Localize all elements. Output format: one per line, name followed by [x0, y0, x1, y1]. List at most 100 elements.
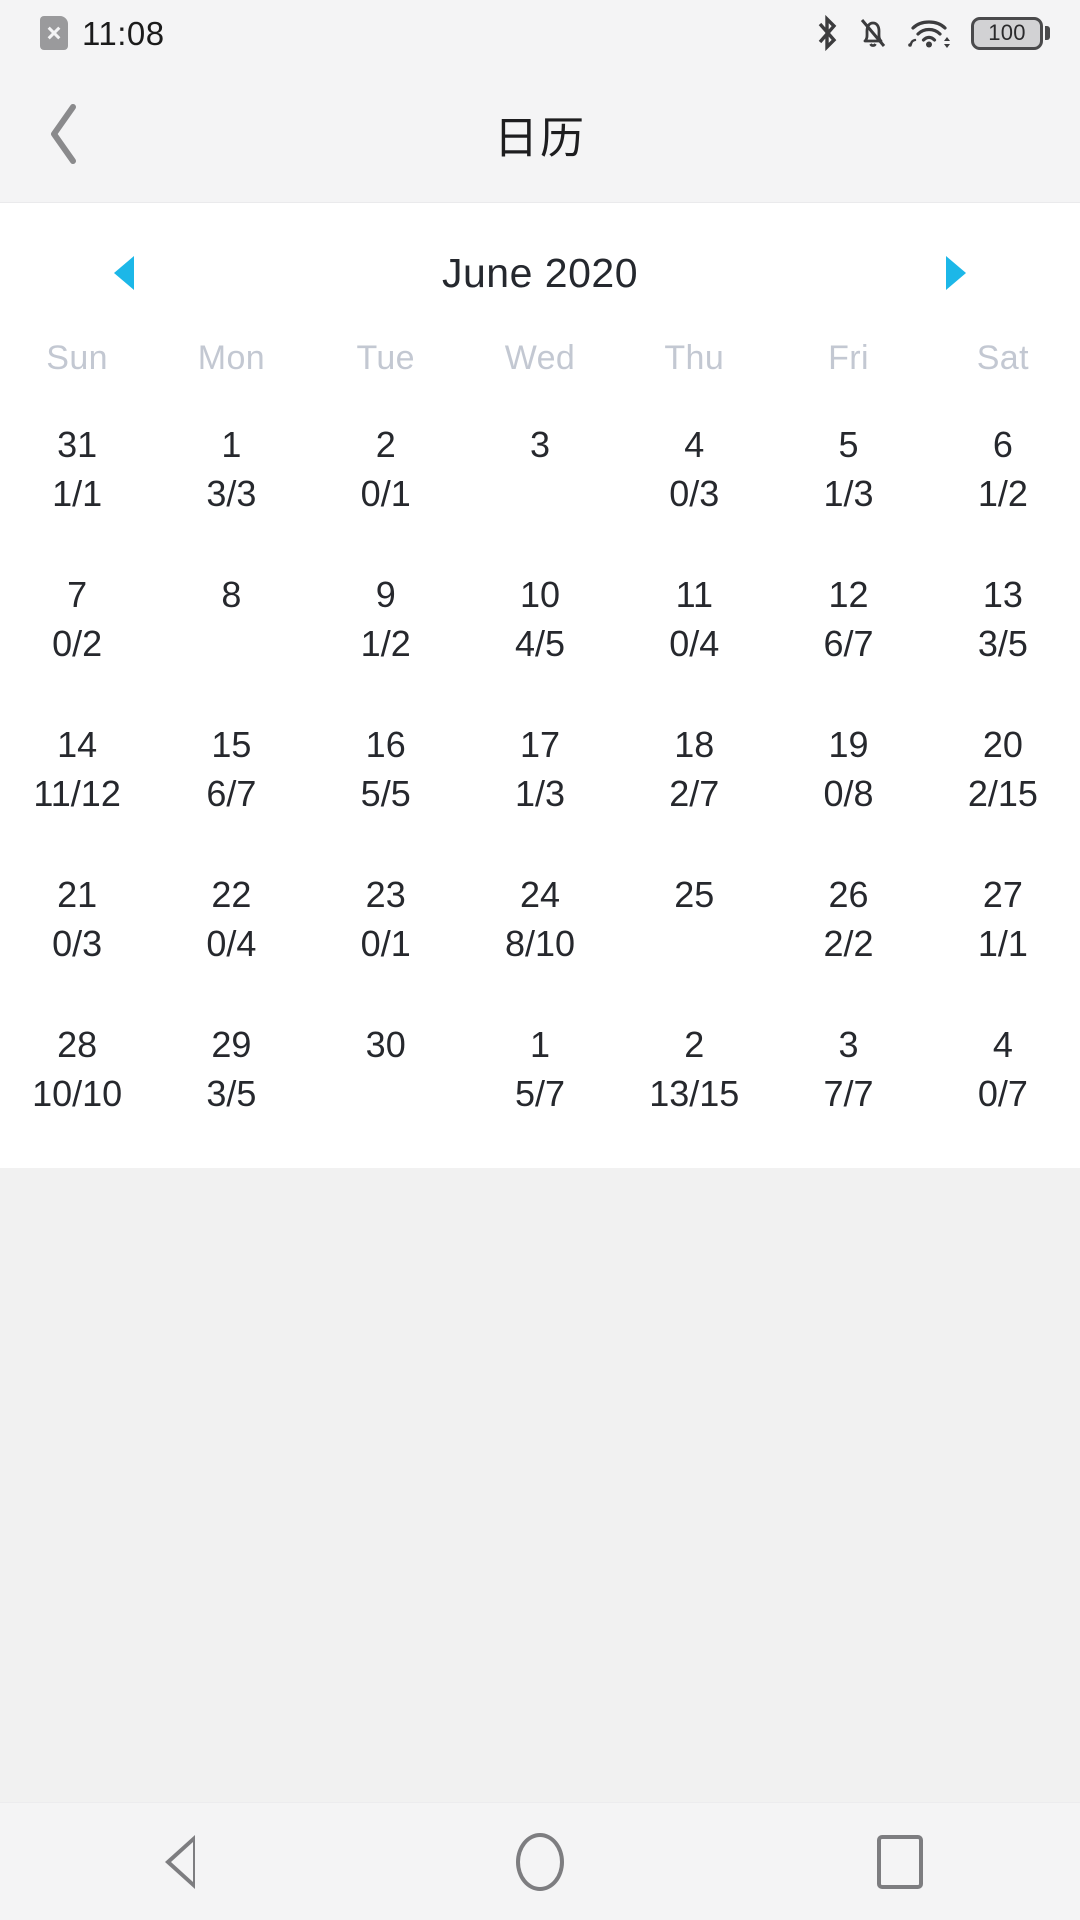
android-home-button[interactable]: [465, 1803, 615, 1920]
calendar-day-cell[interactable]: 24 8/10: [463, 866, 617, 988]
calendar-day-ratio: 0/1: [360, 473, 411, 514]
calendar-day-ratio: 1/2: [360, 623, 411, 664]
calendar-day-cell[interactable]: 30: [309, 1016, 463, 1138]
calendar-day-number: 4: [684, 424, 705, 465]
calendar-day-cell[interactable]: 17 1/3: [463, 716, 617, 838]
calendar-day-ratio: 0/2: [52, 623, 103, 664]
calendar-day-ratio: 0/8: [823, 773, 874, 814]
calendar-day-cell[interactable]: 2 0/1: [309, 416, 463, 538]
calendar-day-cell[interactable]: 3: [463, 416, 617, 538]
calendar-day-cell[interactable]: 6 1/2: [926, 416, 1080, 538]
wifi-icon: [908, 20, 950, 48]
calendar-day-number: 4: [992, 1024, 1013, 1065]
calendar-day-number: 30: [365, 1024, 406, 1065]
calendar-day-number: 19: [828, 724, 869, 765]
weekday-label-fri: Fri: [828, 339, 869, 377]
calendar-day-ratio: 1/3: [514, 773, 566, 814]
calendar-day-cell[interactable]: 12 6/7: [771, 566, 925, 688]
calendar-day-ratio: 1/1: [977, 923, 1028, 964]
calendar-day-cell[interactable]: 31 1/1: [0, 416, 154, 538]
calendar-day-ratio: 0/3: [669, 473, 720, 514]
back-button[interactable]: [22, 92, 106, 176]
calendar-day-number: 28: [57, 1024, 98, 1065]
calendar-day-ratio: 8/10: [504, 923, 576, 964]
calendar-day-cell[interactable]: 18 2/7: [617, 716, 771, 838]
android-back-button[interactable]: [105, 1803, 255, 1920]
calendar-day-cell[interactable]: 20 2/15: [926, 716, 1080, 838]
calendar-day-ratio: 2/2: [823, 923, 874, 964]
calendar-day-number: 3: [529, 424, 550, 465]
android-home-icon: [516, 1832, 564, 1891]
calendar-day-cell[interactable]: 22 0/4: [154, 866, 308, 988]
calendar-card: June 2020 Sun Mon Tue Wed Thu Fri Sat 31…: [0, 203, 1080, 1168]
calendar-day-number: 31: [57, 424, 98, 465]
calendar-day-cell[interactable]: 9 1/2: [309, 566, 463, 688]
calendar-day-cell[interactable]: 28 10/10: [0, 1016, 154, 1138]
calendar-day-cell[interactable]: 16 5/5: [309, 716, 463, 838]
calendar-day-cell[interactable]: 10 4/5: [463, 566, 617, 688]
calendar-day-cell[interactable]: 27 1/1: [926, 866, 1080, 988]
calendar-day-cell[interactable]: 1 3/3: [154, 416, 308, 538]
calendar-day-number: 14: [57, 724, 98, 765]
phone-screen: 11:08 100 日历 June 2020 Sun Mon Tue Wed T…: [0, 0, 1080, 1920]
status-bar: 11:08 100: [0, 0, 1080, 66]
calendar-day-cell[interactable]: 4 0/3: [617, 416, 771, 538]
calendar-grid: 31 1/1 1 3/3 2 0/1 3 4 0/3 5 1/3 6 1/2 7 0/2 8 9 1/2 10 4/5…: [0, 416, 1080, 1138]
calendar-day-ratio: 3/5: [977, 623, 1028, 664]
calendar-day-number: 13: [982, 574, 1023, 615]
battery-level-text: 100: [988, 20, 1026, 45]
calendar-day-ratio: 4/5: [514, 623, 566, 664]
calendar-day-ratio: 3/3: [206, 473, 257, 514]
status-bar-left: 11:08: [40, 16, 165, 50]
calendar-day-cell[interactable]: 11 0/4: [617, 566, 771, 688]
android-back-icon: [165, 1834, 195, 1889]
calendar-day-cell[interactable]: 19 0/8: [771, 716, 925, 838]
system-navigation-bar: [0, 1802, 1080, 1920]
calendar-day-cell[interactable]: 1 5/7: [463, 1016, 617, 1138]
calendar-day-number: 15: [211, 724, 252, 765]
notifications-off-icon: [860, 19, 886, 47]
triangle-left-icon: [114, 256, 134, 290]
calendar-day-ratio: 3/5: [206, 1073, 257, 1114]
android-recents-icon: [877, 1834, 923, 1889]
calendar-day-cell[interactable]: 4 0/7: [926, 1016, 1080, 1138]
app-bar: 日历: [0, 66, 1080, 203]
calendar-day-ratio: 2/15: [967, 773, 1038, 814]
calendar-day-cell[interactable]: 15 6/7: [154, 716, 308, 838]
calendar-day-cell[interactable]: 3 7/7: [771, 1016, 925, 1138]
weekday-label-mon: Mon: [197, 339, 266, 377]
status-bar-right: 100: [814, 14, 1050, 52]
weekday-label-tue: Tue: [356, 339, 415, 377]
calendar-day-number: 29: [211, 1024, 252, 1065]
calendar-day-cell[interactable]: 7 0/2: [0, 566, 154, 688]
calendar-day-ratio: 11/12: [33, 773, 121, 814]
calendar-day-cell[interactable]: 8: [154, 566, 308, 688]
calendar-day-cell[interactable]: 26 2/2: [771, 866, 925, 988]
calendar-week-row: 28 10/10 29 3/5 30 1 5/7 2 13/15 3 7/7 4 0/7: [0, 1016, 1080, 1138]
calendar-day-number: 26: [828, 874, 869, 915]
next-month-button[interactable]: [924, 241, 988, 305]
calendar-day-cell[interactable]: 23 0/1: [309, 866, 463, 988]
weekday-label-sun: Sun: [46, 339, 108, 377]
calendar-day-cell[interactable]: 2 13/15: [617, 1016, 771, 1138]
calendar-day-ratio: 2/7: [669, 773, 720, 814]
calendar-day-ratio: 0/4: [206, 923, 257, 964]
calendar-day-cell[interactable]: 25: [617, 866, 771, 988]
android-recents-button[interactable]: [825, 1803, 975, 1920]
calendar-day-cell[interactable]: 14 11/12: [0, 716, 154, 838]
calendar-day-number: 12: [828, 574, 869, 615]
calendar-day-ratio: 6/7: [206, 773, 257, 814]
calendar-day-cell[interactable]: 5 1/3: [771, 416, 925, 538]
battery-cap: [1045, 26, 1050, 40]
previous-month-button[interactable]: [92, 241, 156, 305]
weekday-label-thu: Thu: [664, 339, 725, 377]
calendar-day-cell[interactable]: 21 0/3: [0, 866, 154, 988]
calendar-day-number: 10: [519, 574, 561, 615]
calendar-day-number: 5: [838, 424, 859, 465]
calendar-day-ratio: 1/3: [823, 473, 874, 514]
calendar-day-cell[interactable]: 29 3/5: [154, 1016, 308, 1138]
calendar-day-ratio: 10/10: [32, 1073, 123, 1114]
calendar-day-cell[interactable]: 13 3/5: [926, 566, 1080, 688]
sim-card-no-service-icon: [40, 16, 68, 50]
page-title: 日历: [494, 114, 586, 163]
